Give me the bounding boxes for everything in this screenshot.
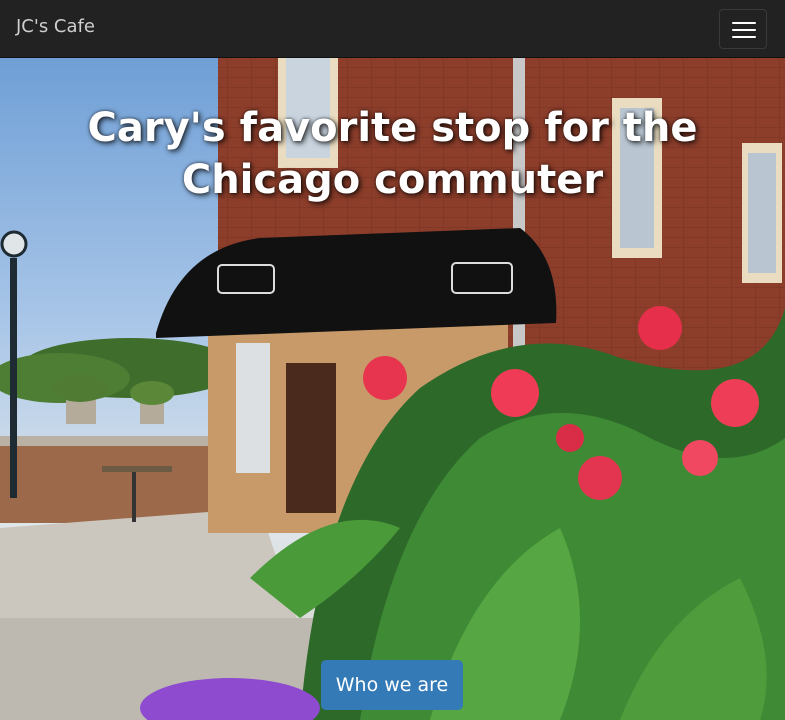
who-we-are-button[interactable]: Who we are <box>321 660 463 710</box>
top-navbar: JC's Cafe <box>0 0 785 58</box>
hero-section: Cary's favorite stop for the Chicago com… <box>0 58 785 720</box>
hamburger-menu-button[interactable] <box>719 9 767 49</box>
hamburger-menu-icon <box>732 22 756 24</box>
hamburger-menu-icon-bar <box>732 36 756 38</box>
hero-title: Cary's favorite stop for the Chicago com… <box>87 105 698 203</box>
brand-link[interactable]: JC's Cafe <box>16 16 95 37</box>
hamburger-menu-icon-bar <box>732 29 756 31</box>
